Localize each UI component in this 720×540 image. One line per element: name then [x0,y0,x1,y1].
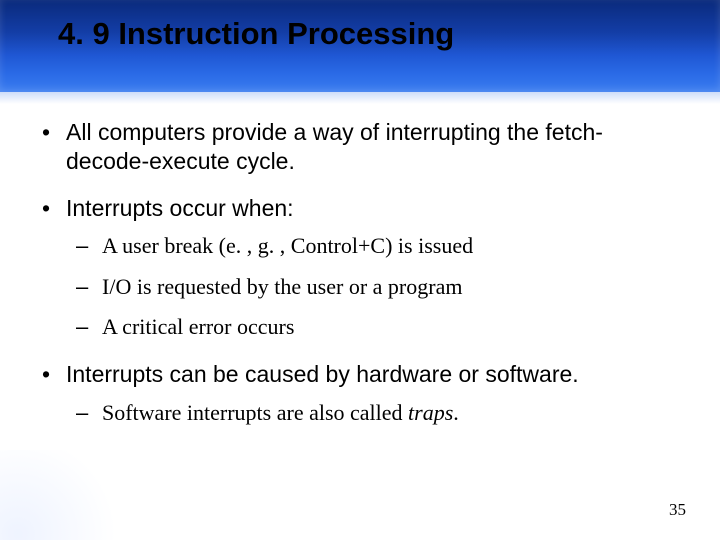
slide-body: All computers provide a way of interrupt… [38,118,678,445]
slide-title: 4. 9 Instruction Processing [58,16,454,52]
sub-list: Software interrupts are also called trap… [66,399,678,428]
bullet-item: Interrupts occur when: A user break (e. … [38,194,678,343]
slide: 4. 9 Instruction Processing All computer… [0,0,720,540]
sub-item: A user break (e. , g. , Control+C) is is… [76,232,678,261]
page-number: 35 [669,500,686,520]
sub-item: Software interrupts are also called trap… [76,399,678,428]
header-fade [0,92,720,104]
bullet-text: Interrupts occur when: [66,195,294,221]
sub-list: A user break (e. , g. , Control+C) is is… [66,232,678,342]
bullet-item: All computers provide a way of interrupt… [38,118,678,176]
bullet-item: Interrupts can be caused by hardware or … [38,360,678,427]
sub-item: A critical error occurs [76,313,678,342]
corner-glow [0,450,130,540]
bullet-list: All computers provide a way of interrupt… [38,118,678,427]
sub-text-em: traps [408,400,453,425]
sub-item: I/O is requested by the user or a progra… [76,273,678,302]
bullet-text: Interrupts can be caused by hardware or … [66,361,579,387]
sub-text-pre: Software interrupts are also called [102,400,408,425]
sub-text-post: . [453,400,459,425]
